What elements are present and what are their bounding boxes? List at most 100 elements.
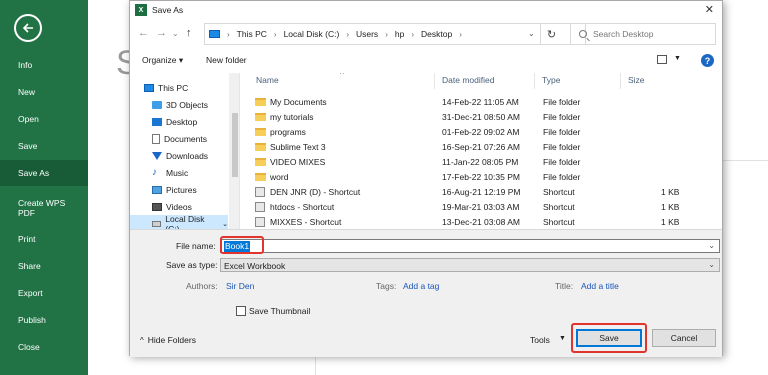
dialog-toolbar: Organize ▾ New folder ▼ ? bbox=[130, 51, 722, 71]
file-type: File folder bbox=[543, 142, 581, 152]
nav-item-label: Music bbox=[166, 167, 189, 178]
folder-icon bbox=[255, 113, 266, 121]
breadcrumb-hp[interactable]: hp bbox=[395, 29, 404, 39]
nav-item-label: Videos bbox=[166, 201, 192, 212]
chevron-down-icon[interactable]: ⌄ bbox=[708, 260, 715, 269]
file-row[interactable]: word 17-Feb-22 10:35 PM File folder bbox=[252, 170, 712, 185]
cancel-button[interactable]: Cancel bbox=[652, 329, 716, 347]
nav-item-pictures[interactable]: Pictures bbox=[130, 181, 228, 198]
save-as-dialog: X Save As ✕ ← → ⌄ ↑ › This PC › Local Di… bbox=[129, 0, 723, 357]
chevron-right-icon[interactable]: › bbox=[385, 30, 388, 39]
file-date: 16-Sep-21 07:26 AM bbox=[442, 142, 520, 152]
chevron-down-icon[interactable]: ⌄ bbox=[222, 220, 228, 228]
backstage-new[interactable]: New bbox=[0, 79, 88, 105]
breadcrumb-desktop[interactable]: Desktop bbox=[421, 29, 452, 39]
chevron-right-icon[interactable]: › bbox=[227, 30, 230, 39]
column-name[interactable]: Name bbox=[256, 75, 279, 85]
forward-icon[interactable]: → bbox=[156, 27, 167, 39]
folder-icon bbox=[255, 128, 266, 136]
file-name: VIDEO MIXES bbox=[270, 157, 326, 167]
backstage-close[interactable]: Close bbox=[0, 334, 88, 360]
file-row[interactable]: htdocs - Shortcut 19-Mar-21 03:03 AM Sho… bbox=[252, 200, 712, 215]
save-thumbnail-checkbox[interactable] bbox=[236, 306, 246, 316]
authors-value[interactable]: Sir Den bbox=[226, 281, 254, 291]
backstage-info[interactable]: Info bbox=[0, 52, 88, 78]
file-row[interactable]: MIXXES - Shortcut 13-Dec-21 03:08 AM Sho… bbox=[252, 215, 712, 229]
backstage-publish[interactable]: Publish bbox=[0, 307, 88, 333]
column-divider[interactable] bbox=[434, 73, 435, 89]
nav-item-downloads[interactable]: Downloads bbox=[130, 147, 228, 164]
file-row[interactable]: DEN JNR (D) - Shortcut 16-Aug-21 12:19 P… bbox=[252, 185, 712, 200]
close-icon[interactable]: ✕ bbox=[705, 3, 714, 16]
new-folder-button[interactable]: New folder bbox=[206, 55, 247, 65]
breadcrumb-local-disk[interactable]: Local Disk (C:) bbox=[284, 29, 340, 39]
up-icon[interactable]: ↑ bbox=[186, 27, 192, 39]
backstage-open[interactable]: Open bbox=[0, 106, 88, 132]
file-name: My Documents bbox=[270, 97, 327, 107]
chevron-right-icon[interactable]: › bbox=[274, 30, 277, 39]
save-as-type-select[interactable]: Excel Workbook ⌄ bbox=[220, 258, 720, 272]
nav-item-desktop[interactable]: Desktop bbox=[130, 113, 228, 130]
chevron-right-icon[interactable]: › bbox=[459, 30, 462, 39]
backstage-export[interactable]: Export bbox=[0, 280, 88, 306]
column-divider[interactable] bbox=[534, 73, 535, 89]
title-value[interactable]: Add a title bbox=[581, 281, 619, 291]
column-size[interactable]: Size bbox=[628, 75, 645, 85]
file-date: 14-Feb-22 11:05 AM bbox=[442, 97, 519, 107]
hide-folders-button[interactable]: ^ Hide Folders bbox=[140, 335, 196, 345]
nav-item-this-pc[interactable]: This PC bbox=[130, 79, 228, 96]
chevron-down-icon[interactable]: ⌄ bbox=[708, 241, 715, 250]
back-icon[interactable]: ← bbox=[138, 27, 149, 39]
file-row[interactable]: programs 01-Feb-22 09:02 AM File folder bbox=[252, 125, 712, 140]
sort-caret-icon: ^ bbox=[340, 73, 344, 79]
file-name: DEN JNR (D) - Shortcut bbox=[270, 187, 361, 197]
search-input[interactable]: Search Desktop bbox=[570, 23, 716, 45]
tools-button[interactable]: Tools bbox=[530, 335, 550, 345]
file-row[interactable]: VIDEO MIXES 11-Jan-22 08:05 PM File fold… bbox=[252, 155, 712, 170]
refresh-icon[interactable]: ↻ bbox=[540, 23, 562, 45]
file-row[interactable]: my tutorials 31-Dec-21 08:50 AM File fol… bbox=[252, 110, 712, 125]
nav-item-documents[interactable]: Documents bbox=[130, 130, 228, 147]
3d-objects-icon bbox=[152, 100, 162, 109]
nav-item-label: Local Disk (C:) bbox=[165, 213, 205, 230]
file-name: programs bbox=[270, 127, 306, 137]
chevron-down-icon[interactable]: ▼ bbox=[559, 335, 566, 342]
recent-dropdown-icon[interactable]: ⌄ bbox=[172, 29, 179, 38]
organize-button[interactable]: Organize ▾ bbox=[142, 55, 183, 66]
backstage-save[interactable]: Save bbox=[0, 133, 88, 159]
file-row[interactable]: Sublime Text 3 16-Sep-21 07:26 AM File f… bbox=[252, 140, 712, 155]
file-size: 1 KB bbox=[661, 217, 680, 227]
tags-value[interactable]: Add a tag bbox=[403, 281, 439, 291]
backstage-share[interactable]: Share bbox=[0, 253, 88, 279]
column-date-modified[interactable]: Date modified bbox=[442, 75, 494, 85]
help-icon[interactable]: ? bbox=[701, 54, 714, 67]
view-options-icon[interactable] bbox=[657, 55, 667, 64]
nav-scrollbar-thumb[interactable] bbox=[232, 113, 238, 177]
column-type[interactable]: Type bbox=[542, 75, 560, 85]
chevron-right-icon[interactable]: › bbox=[411, 30, 414, 39]
backstage-save-as[interactable]: Save As bbox=[0, 160, 88, 186]
file-name-field[interactable]: Book1 ⌄ bbox=[220, 239, 720, 253]
pictures-icon bbox=[152, 185, 162, 194]
authors-label: Authors: bbox=[186, 281, 218, 291]
file-date: 13-Dec-21 03:08 AM bbox=[442, 217, 520, 227]
back-arrow-icon[interactable] bbox=[14, 14, 42, 42]
dialog-title: Save As bbox=[152, 5, 184, 15]
shortcut-icon bbox=[255, 217, 265, 227]
nav-item-music[interactable]: ♪ Music bbox=[130, 164, 228, 181]
column-divider[interactable] bbox=[620, 73, 621, 89]
breadcrumb-this-pc[interactable]: This PC bbox=[237, 29, 267, 39]
hide-folders-label: Hide Folders bbox=[147, 335, 196, 345]
nav-item-3d-objects[interactable]: 3D Objects bbox=[130, 96, 228, 113]
backstage-print[interactable]: Print bbox=[0, 226, 88, 252]
nav-item-local-disk[interactable]: Local Disk (C:) ⌄ bbox=[130, 213, 228, 230]
file-date: 17-Feb-22 10:35 PM bbox=[442, 172, 520, 182]
address-dropdown-icon[interactable]: ⌄ bbox=[528, 29, 535, 38]
backstage-create-wps-pdf[interactable]: Create WPS PDF bbox=[0, 193, 80, 223]
file-row[interactable]: My Documents 14-Feb-22 11:05 AM File fol… bbox=[252, 95, 712, 110]
breadcrumb-users[interactable]: Users bbox=[356, 29, 378, 39]
nav-item-videos[interactable]: Videos bbox=[130, 198, 228, 215]
file-type: File folder bbox=[543, 127, 581, 137]
chevron-right-icon[interactable]: › bbox=[346, 30, 349, 39]
view-dropdown-icon[interactable]: ▼ bbox=[674, 55, 681, 62]
